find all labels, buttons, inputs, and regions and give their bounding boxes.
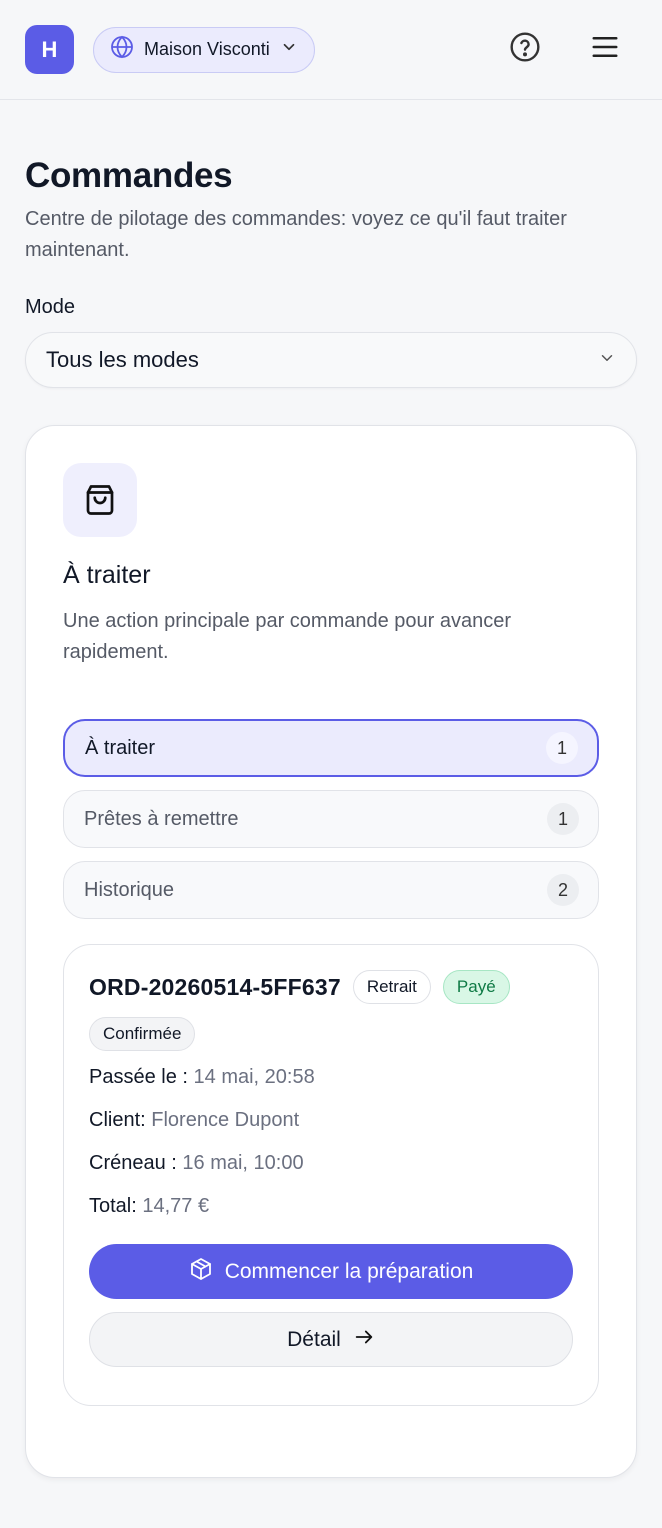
payment-status-badge: Payé — [442, 970, 510, 1004]
order-details: Passée le : 14 mai, 20:58 Client: Floren… — [89, 1065, 573, 1218]
globe-icon — [110, 35, 134, 64]
tab-label: Historique — [84, 878, 175, 901]
order-card: ORD-20260514-5FF637 Retrait Payé Confirm… — [63, 944, 599, 1406]
order-tabs: À traiter 1 Prêtes à remettre 1 Historiq… — [63, 719, 599, 919]
logo-letter: H — [41, 36, 58, 62]
arrow-right-icon — [353, 1326, 375, 1354]
mode-select-value: Tous les modes — [46, 347, 199, 372]
menu-button[interactable] — [588, 26, 622, 72]
order-slot: Créneau : 16 mai, 10:00 — [89, 1152, 304, 1174]
help-button[interactable] — [508, 26, 542, 72]
tab-count-badge: 1 — [547, 803, 579, 835]
order-placed-at: Passée le : 14 mai, 20:58 — [89, 1066, 315, 1088]
hamburger-menu-icon — [590, 32, 620, 67]
mode-filter-label: Mode — [25, 296, 76, 318]
tab-count-badge: 2 — [547, 874, 579, 906]
main-content: Commandes Centre de pilotage des command… — [0, 156, 662, 1478]
section-subtitle: Une action principale par commande pour … — [63, 610, 512, 663]
page-subtitle: Centre de pilotage des commandes: voyez … — [25, 208, 567, 261]
start-preparation-label: Commencer la préparation — [224, 1259, 474, 1283]
order-id: ORD-20260514-5FF637 — [89, 973, 341, 1000]
top-bar: H Maison Visconti — [0, 0, 662, 100]
organization-name: Maison Visconti — [144, 39, 270, 59]
section-title: À traiter — [63, 561, 151, 589]
help-icon — [509, 31, 541, 68]
tab-pretes-a-remettre[interactable]: Prêtes à remettre 1 — [63, 790, 599, 848]
order-status-badge: Confirmée — [89, 1017, 196, 1051]
shopping-bag-icon — [63, 463, 137, 537]
app-logo[interactable]: H — [25, 25, 74, 74]
chevron-down-icon — [280, 38, 298, 61]
tab-a-traiter[interactable]: À traiter 1 — [63, 719, 599, 777]
start-preparation-button[interactable]: Commencer la préparation — [89, 1244, 573, 1299]
organization-switcher[interactable]: Maison Visconti — [93, 26, 315, 73]
chevron-down-icon — [598, 349, 616, 372]
tab-count-badge: 1 — [546, 732, 578, 764]
order-detail-button[interactable]: Détail — [89, 1312, 573, 1367]
package-icon — [189, 1257, 213, 1287]
orders-panel: À traiter Une action principale par comm… — [25, 425, 637, 1478]
fulfillment-mode-badge: Retrait — [352, 970, 431, 1004]
tab-label: Prêtes à remettre — [84, 807, 239, 830]
tab-historique[interactable]: Historique 2 — [63, 861, 599, 919]
mode-select[interactable]: Tous les modes — [25, 332, 637, 388]
order-total: Total: 14,77 € — [89, 1195, 210, 1217]
order-detail-label: Détail — [287, 1327, 341, 1351]
page-title: Commandes — [25, 156, 233, 195]
tab-label: À traiter — [85, 736, 156, 759]
order-client: Client: Florence Dupont — [89, 1109, 300, 1131]
